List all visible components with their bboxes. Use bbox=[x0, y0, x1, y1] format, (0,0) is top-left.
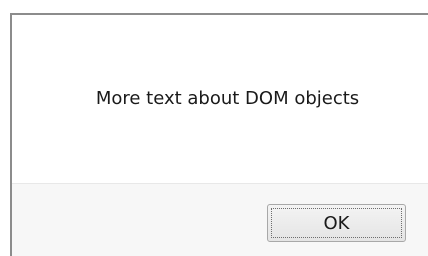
dialog-body: More text about DOM objects bbox=[12, 15, 428, 183]
dialog-message: More text about DOM objects bbox=[95, 87, 360, 109]
dialog-footer: OK bbox=[12, 183, 428, 256]
alert-dialog: More text about DOM objects OK bbox=[10, 13, 428, 256]
ok-button[interactable]: OK bbox=[267, 204, 406, 242]
